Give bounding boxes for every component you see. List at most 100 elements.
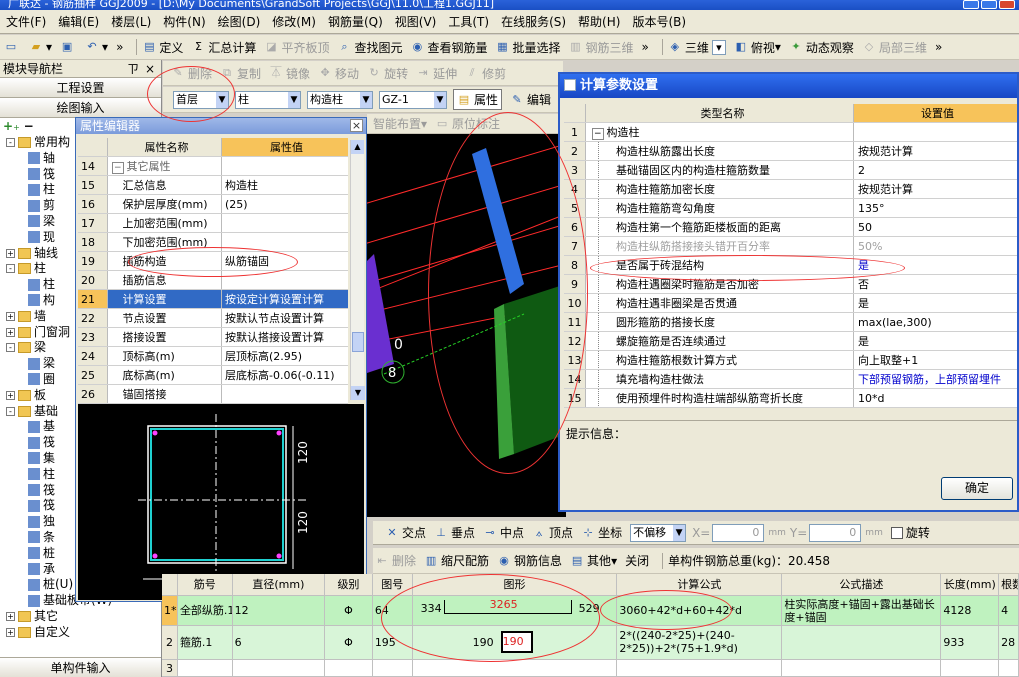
calc-param-row[interactable]: 9 构造柱遇圈梁时箍筋是否加密 否: [564, 275, 1017, 294]
rebar-3d-button[interactable]: ▥ 钢筋三维: [569, 39, 633, 56]
rebar-name-cell[interactable]: 全部纵筋.1: [177, 596, 233, 625]
calc-param-row[interactable]: 10 构造柱遇非圈梁是否贯通 是: [564, 294, 1017, 313]
param-value[interactable]: [854, 123, 1017, 141]
shape-cell[interactable]: 334 3265 529: [412, 596, 618, 625]
delete-button[interactable]: ✎ 删除: [171, 65, 212, 82]
param-value[interactable]: 50: [854, 218, 1017, 236]
menu-item[interactable]: 构件(N): [163, 13, 205, 30]
formula-cell[interactable]: 2*((240-2*25)+(240-2*25))+2*(75+1.9*d): [617, 626, 783, 659]
rotate-checkbox-box[interactable]: [890, 526, 903, 539]
param-value[interactable]: max(lae,300): [854, 313, 1017, 331]
param-value[interactable]: 向上取整+1: [854, 351, 1017, 369]
calc-param-row[interactable]: 7 构造柱纵筋搭接接头错开百分率 50%: [564, 237, 1017, 256]
grade-cell[interactable]: Φ: [325, 596, 373, 625]
coordinate-snap-button[interactable]: ⊹ 坐标: [581, 524, 622, 541]
y-input[interactable]: 0: [809, 523, 862, 542]
grid-header-cell[interactable]: 根数: [999, 574, 1019, 595]
calc-param-row[interactable]: 6 构造柱第一个箍筋距楼板面的距离 50: [564, 218, 1017, 237]
description-cell[interactable]: [782, 626, 942, 659]
rebar-info-button[interactable]: ◉ 钢筋信息: [497, 552, 562, 569]
floor-select[interactable]: 首层 ▼: [173, 90, 229, 109]
property-row[interactable]: 22 节点设置 按默认节点设置计算: [78, 309, 348, 328]
formula-cell[interactable]: [617, 660, 783, 676]
expand-icon[interactable]: +: [6, 311, 15, 321]
calc-param-row[interactable]: 4 构造柱箍筋加密长度 按规范计算: [564, 180, 1017, 199]
diameter-cell[interactable]: 6: [232, 626, 326, 659]
param-value[interactable]: 135°: [854, 199, 1017, 217]
calc-param-row[interactable]: 12 螺旋箍筋是否连续通过 是: [564, 332, 1017, 351]
collapse-icon[interactable]: -: [6, 138, 15, 147]
param-value[interactable]: 按规范计算: [854, 142, 1017, 160]
find-element-button[interactable]: ⌕ 查找图元: [337, 39, 402, 56]
copy-button[interactable]: ⧉ 复制: [220, 65, 261, 82]
grid-header-cell[interactable]: 计算公式: [617, 574, 783, 595]
grid-header-cell[interactable]: 筋号: [177, 574, 233, 595]
extend-button[interactable]: ⇥ 延伸: [416, 65, 457, 82]
rebar-name-cell[interactable]: [177, 660, 233, 676]
calc-param-row[interactable]: 5 构造柱箍筋弯勾角度 135°: [564, 199, 1017, 218]
flat-slab-button[interactable]: ◪ 平齐板顶: [264, 39, 329, 56]
tree-item[interactable]: + 其它: [6, 608, 161, 624]
property-value[interactable]: [222, 214, 348, 232]
menu-item[interactable]: 修改(M): [272, 13, 316, 30]
property-row[interactable]: 20 插筋信息: [78, 271, 348, 290]
grid-header-cell[interactable]: 级别: [325, 574, 373, 595]
view-rebar-button[interactable]: ◉ 查看钢筋量: [410, 39, 488, 56]
define-button[interactable]: ▤ 定义: [142, 39, 183, 56]
menu-item[interactable]: 工具(T): [448, 13, 489, 30]
param-value[interactable]: 50%: [854, 237, 1017, 255]
grid-header-cell[interactable]: 长度(mm): [941, 574, 1000, 595]
property-value[interactable]: 层底标高-0.06(-0.11): [222, 366, 348, 384]
property-row[interactable]: 26 锚固搭接: [78, 385, 348, 404]
calc-param-row[interactable]: 2 构造柱纵筋露出长度 按规范计算: [564, 142, 1017, 161]
grid-header-cell[interactable]: 直径(mm): [232, 574, 326, 595]
open-file-button[interactable]: ▰ ▾: [29, 40, 52, 54]
grade-cell[interactable]: [325, 660, 373, 676]
view-3d-button[interactable]: ◈ 三维 ▾: [668, 39, 726, 56]
count-cell[interactable]: [999, 660, 1019, 676]
type-select[interactable]: 柱 ▼: [235, 90, 301, 109]
calc-param-row[interactable]: 1− 构造柱: [564, 123, 1017, 142]
property-value[interactable]: [222, 385, 348, 403]
property-value[interactable]: [222, 233, 348, 251]
calc-param-row[interactable]: 15 使用预埋件时构造柱端部纵筋弯折长度 10*d: [564, 389, 1017, 408]
menu-item[interactable]: 楼层(L): [111, 13, 151, 30]
rotate-checkbox[interactable]: 旋转: [890, 524, 930, 541]
menu-item[interactable]: 帮助(H): [578, 13, 620, 30]
property-row[interactable]: 17 上加密范围(mm): [78, 214, 348, 233]
shape-cell[interactable]: [412, 660, 618, 676]
top-view-button[interactable]: ◧ 俯视 ▾: [734, 39, 781, 56]
pin-icon[interactable]: ㄗ: [127, 60, 139, 78]
formula-cell[interactable]: 3060+42*d+60+42*d: [617, 596, 783, 625]
property-value[interactable]: (25): [222, 195, 348, 213]
param-value[interactable]: 2: [854, 161, 1017, 179]
collapse-all-icon[interactable]: −: [24, 119, 34, 133]
collapse-icon[interactable]: −: [112, 162, 124, 174]
expand-icon[interactable]: +: [6, 611, 15, 621]
trim-button[interactable]: ⫽ 修剪: [465, 65, 506, 82]
param-value[interactable]: 是: [854, 256, 1017, 274]
in-situ-mark-button[interactable]: ▭ 原位标注: [435, 115, 500, 132]
project-settings-button[interactable]: 工程设置: [0, 78, 161, 98]
expand-icon[interactable]: +: [6, 248, 15, 258]
property-row[interactable]: 24 顶标高(m) 层顶标高(2.95): [78, 347, 348, 366]
param-value[interactable]: 按规范计算: [854, 180, 1017, 198]
figure-no-cell[interactable]: [372, 660, 413, 676]
ok-button[interactable]: 确定: [941, 477, 1013, 500]
property-value[interactable]: 按默认节点设置计算: [222, 309, 348, 327]
smart-layout-button[interactable]: 智能布置 ▾: [373, 115, 427, 132]
scroll-down-icon[interactable]: ▼: [351, 386, 365, 400]
menu-item[interactable]: 绘图(D): [218, 13, 261, 30]
property-value[interactable]: 纵筋锚固: [222, 252, 348, 270]
grid-row[interactable]: 2 箍筋.1 6 Φ 195 190 190 2*((240-2*25)+(240-2*25)…: [162, 626, 1019, 660]
expand-icon[interactable]: +: [6, 327, 15, 337]
diameter-cell[interactable]: 12: [232, 596, 326, 625]
menu-item[interactable]: 视图(V): [395, 13, 437, 30]
length-cell[interactable]: 933: [941, 626, 1000, 659]
property-value[interactable]: [222, 271, 348, 289]
collapse-icon[interactable]: -: [6, 406, 15, 416]
figure-no-cell[interactable]: 64: [372, 596, 413, 625]
x-input[interactable]: 0: [712, 523, 765, 542]
edit-rebar-button[interactable]: ✎ 编辑: [510, 91, 551, 108]
param-value[interactable]: 是: [854, 332, 1017, 350]
